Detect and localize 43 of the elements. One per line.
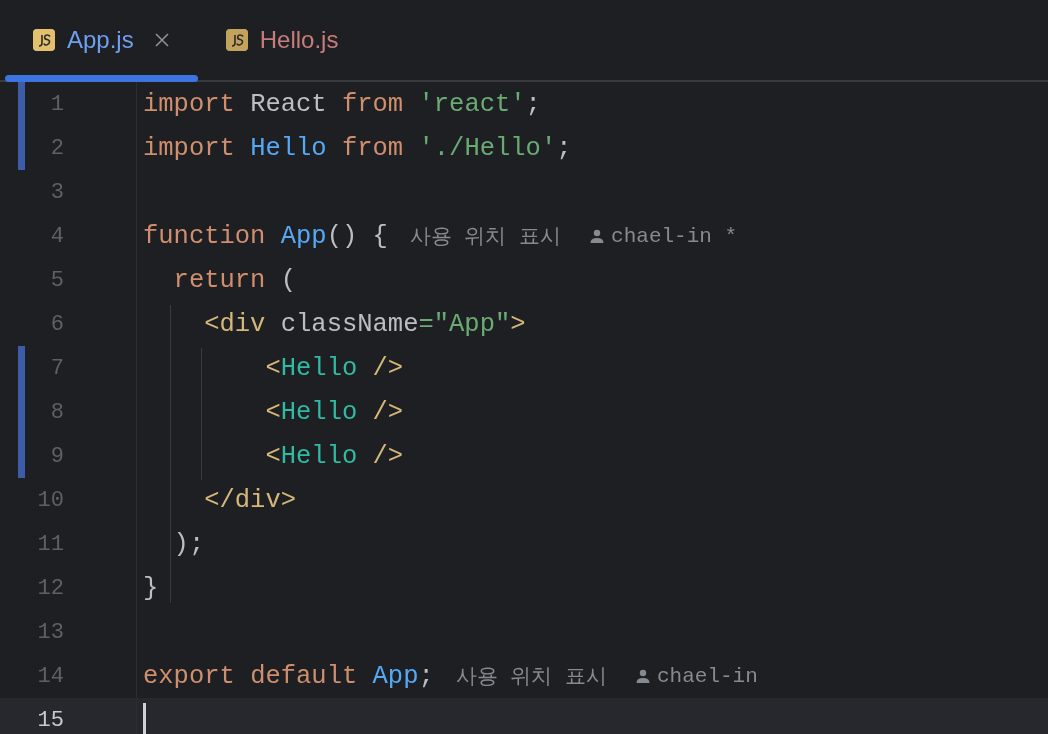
text-cursor <box>143 703 146 734</box>
change-marker[interactable] <box>18 126 25 170</box>
code-line: return ( <box>172 265 297 295</box>
line-number: 12 <box>36 575 64 601</box>
code-line: </div> <box>203 485 297 515</box>
code-line: <Hello /> <box>264 397 404 427</box>
code-line: import React from 'react'; <box>143 89 541 119</box>
close-icon[interactable] <box>153 32 170 48</box>
line-number: 14 <box>36 663 64 689</box>
person-icon <box>635 668 651 684</box>
code-line: export default App; <box>143 661 434 691</box>
line-number: 6 <box>49 311 64 337</box>
js-file-icon <box>225 29 248 51</box>
line-number: 9 <box>49 443 64 469</box>
line-number: 7 <box>49 355 64 381</box>
file-tab[interactable]: App.js <box>5 0 198 80</box>
line-number: 5 <box>49 267 64 293</box>
code-line: <Hello /> <box>264 353 404 383</box>
author-name: chael-in <box>657 664 758 688</box>
change-marker[interactable] <box>18 82 25 126</box>
line-number: 2 <box>49 135 64 161</box>
line-number: 13 <box>36 619 64 645</box>
usages-hint[interactable]: 사용 위치 표시 <box>455 662 607 690</box>
line-number: 3 <box>49 179 64 205</box>
usages-hint[interactable]: 사용 위치 표시 <box>409 222 562 250</box>
code-line: import Hello from './Hello'; <box>143 133 572 163</box>
line-number: 8 <box>49 399 64 425</box>
code-line: <div className="App"> <box>203 309 526 339</box>
file-tab[interactable]: Hello.js <box>197 0 367 80</box>
change-marker[interactable] <box>18 434 25 478</box>
change-marker[interactable] <box>18 346 25 390</box>
line-number: 10 <box>36 487 64 513</box>
js-file-icon <box>33 29 55 51</box>
person-icon <box>589 228 606 244</box>
line-number: 11 <box>36 531 64 557</box>
author-hint[interactable]: chael-in <box>635 664 758 688</box>
line-number: 1 <box>49 91 64 117</box>
code-line: <Hello /> <box>264 441 404 471</box>
line-number: 4 <box>49 223 64 249</box>
code-line: function App() { <box>143 221 388 251</box>
code-line: ); <box>172 529 205 559</box>
code-line: } <box>143 573 159 603</box>
line-number: 15 <box>36 707 64 733</box>
